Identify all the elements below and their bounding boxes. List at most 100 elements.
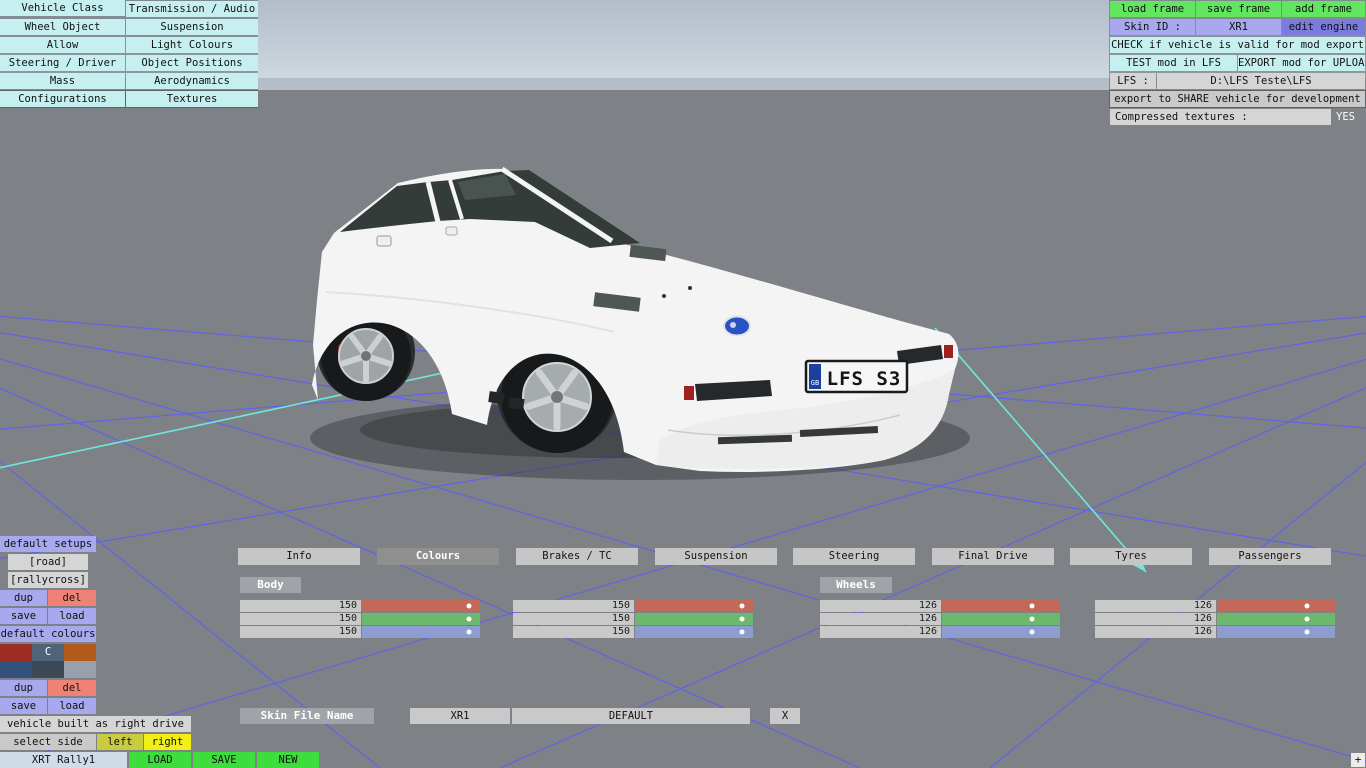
- slider-handle[interactable]: [1029, 616, 1035, 622]
- wheels1-green-slider[interactable]: [942, 613, 1060, 625]
- vehicle-name-button[interactable]: XRT Rally1: [0, 752, 127, 768]
- wheels1-red-slider[interactable]: [942, 600, 1060, 612]
- tab-suspension[interactable]: Suspension: [655, 548, 777, 565]
- skin-clear-button[interactable]: X: [770, 708, 800, 724]
- wheels2-blue-slider[interactable]: [1217, 626, 1335, 638]
- body2-green-slider[interactable]: [635, 613, 753, 625]
- slider-handle[interactable]: [1304, 629, 1310, 635]
- load-vehicle-button[interactable]: LOAD: [129, 752, 191, 768]
- body2-red-value[interactable]: 150: [513, 600, 634, 612]
- add-frame-button[interactable]: add frame: [1282, 1, 1365, 17]
- body2-blue-value[interactable]: 150: [513, 626, 634, 638]
- menu-textures[interactable]: Textures: [126, 91, 258, 107]
- slider-handle[interactable]: [1029, 629, 1035, 635]
- license-plate: GB LFS S3: [804, 359, 909, 394]
- colour-swatch-1[interactable]: [0, 644, 32, 661]
- body1-red-value[interactable]: 150: [240, 600, 361, 612]
- tab-tyres[interactable]: Tyres: [1070, 548, 1192, 565]
- wheels1-blue-value[interactable]: 126: [820, 626, 941, 638]
- check-valid-button[interactable]: CHECK if vehicle is valid for mod export: [1110, 37, 1365, 53]
- slider-handle[interactable]: [739, 616, 745, 622]
- colour-swatch-2[interactable]: C: [32, 644, 64, 661]
- body2-green-value[interactable]: 150: [513, 613, 634, 625]
- setup-del-button[interactable]: del: [48, 590, 96, 606]
- wheels2-red-slider[interactable]: [1217, 600, 1335, 612]
- tab-brakes-tc[interactable]: Brakes / TC: [516, 548, 638, 565]
- compressed-textures-value[interactable]: YES: [1336, 109, 1364, 125]
- setup-save-button[interactable]: save: [0, 608, 47, 624]
- wheels2-blue-value[interactable]: 126: [1095, 626, 1216, 638]
- wheels1-blue-slider[interactable]: [942, 626, 1060, 638]
- setup-rallycross-button[interactable]: [rallycross]: [8, 572, 88, 588]
- colour-swatch-3[interactable]: [64, 644, 96, 661]
- new-vehicle-button[interactable]: NEW: [257, 752, 319, 768]
- setup-load-button[interactable]: load: [48, 608, 96, 624]
- slider-handle[interactable]: [1304, 603, 1310, 609]
- menu-aerodynamics[interactable]: Aerodynamics: [126, 73, 258, 89]
- save-frame-button[interactable]: save frame: [1196, 1, 1281, 17]
- slider-handle[interactable]: [739, 603, 745, 609]
- setup-road-button[interactable]: [road]: [8, 554, 88, 570]
- skin-id-value[interactable]: XR1: [1196, 19, 1281, 35]
- slider-handle[interactable]: [466, 616, 472, 622]
- menu-mass[interactable]: Mass: [0, 73, 125, 89]
- tab-final-drive[interactable]: Final Drive: [932, 548, 1054, 565]
- compressed-textures-label[interactable]: Compressed textures :: [1110, 109, 1331, 125]
- lfs-path-value[interactable]: D:\LFS Teste\LFS: [1157, 73, 1365, 89]
- body1-blue-slider[interactable]: [362, 626, 480, 638]
- right-drive-button[interactable]: vehicle built as right drive: [0, 716, 191, 732]
- body2-blue-slider[interactable]: [635, 626, 753, 638]
- wheels1-green-value[interactable]: 126: [820, 613, 941, 625]
- corner-lamp-right: [944, 345, 953, 358]
- colours-save-button[interactable]: save: [0, 698, 47, 714]
- plate-text: LFS S3: [827, 368, 902, 390]
- colour-swatch-5[interactable]: [32, 661, 64, 678]
- default-colours-button[interactable]: default colours: [0, 626, 96, 642]
- default-setups-button[interactable]: default setups: [0, 536, 96, 552]
- body1-green-value[interactable]: 150: [240, 613, 361, 625]
- slider-handle[interactable]: [739, 629, 745, 635]
- menu-wheel-object[interactable]: Wheel Object: [0, 19, 125, 35]
- wheels1-red-value[interactable]: 126: [820, 600, 941, 612]
- export-mod-button[interactable]: EXPORT mod for UPLOAD: [1238, 55, 1365, 71]
- tab-colours[interactable]: Colours: [377, 548, 499, 565]
- menu-object-positions[interactable]: Object Positions: [126, 55, 258, 71]
- body1-green-slider[interactable]: [362, 613, 480, 625]
- body1-blue-value[interactable]: 150: [240, 626, 361, 638]
- body1-red-slider[interactable]: [362, 600, 480, 612]
- side-right-button[interactable]: right: [144, 734, 191, 750]
- menu-light-colours[interactable]: Light Colours: [126, 37, 258, 53]
- slider-handle[interactable]: [466, 603, 472, 609]
- tab-passengers[interactable]: Passengers: [1209, 548, 1331, 565]
- save-vehicle-button[interactable]: SAVE: [193, 752, 255, 768]
- expand-button[interactable]: +: [1351, 753, 1365, 767]
- colour-swatch-4[interactable]: [0, 661, 32, 678]
- tab-steering[interactable]: Steering: [793, 548, 915, 565]
- menu-vehicle-class[interactable]: Vehicle Class: [0, 0, 125, 16]
- share-export-button[interactable]: export to SHARE vehicle for development: [1110, 91, 1365, 107]
- wheels2-red-value[interactable]: 126: [1095, 600, 1216, 612]
- slider-handle[interactable]: [466, 629, 472, 635]
- menu-steering-driver[interactable]: Steering / Driver: [0, 55, 125, 71]
- menu-suspension[interactable]: Suspension: [126, 19, 258, 35]
- menu-allow[interactable]: Allow: [0, 37, 125, 53]
- colours-load-button[interactable]: load: [48, 698, 96, 714]
- wheels2-green-value[interactable]: 126: [1095, 613, 1216, 625]
- load-frame-button[interactable]: load frame: [1110, 1, 1195, 17]
- colour-swatch-6[interactable]: [64, 661, 96, 678]
- menu-configurations[interactable]: Configurations: [0, 91, 125, 107]
- side-left-button[interactable]: left: [97, 734, 143, 750]
- menu-transmission-audio[interactable]: Transmission / Audio: [126, 1, 258, 17]
- edit-engine-button[interactable]: edit engine: [1282, 19, 1365, 35]
- wheels2-green-slider[interactable]: [1217, 613, 1335, 625]
- skin-name-button[interactable]: DEFAULT: [512, 708, 750, 724]
- tab-info[interactable]: Info: [238, 548, 360, 565]
- slider-handle[interactable]: [1304, 616, 1310, 622]
- test-mod-button[interactable]: TEST mod in LFS: [1110, 55, 1237, 71]
- slider-handle[interactable]: [1029, 603, 1035, 609]
- colours-del-button[interactable]: del: [48, 680, 96, 696]
- body2-red-slider[interactable]: [635, 600, 753, 612]
- setup-dup-button[interactable]: dup: [0, 590, 47, 606]
- colours-dup-button[interactable]: dup: [0, 680, 47, 696]
- skin-car-button[interactable]: XR1: [410, 708, 510, 724]
